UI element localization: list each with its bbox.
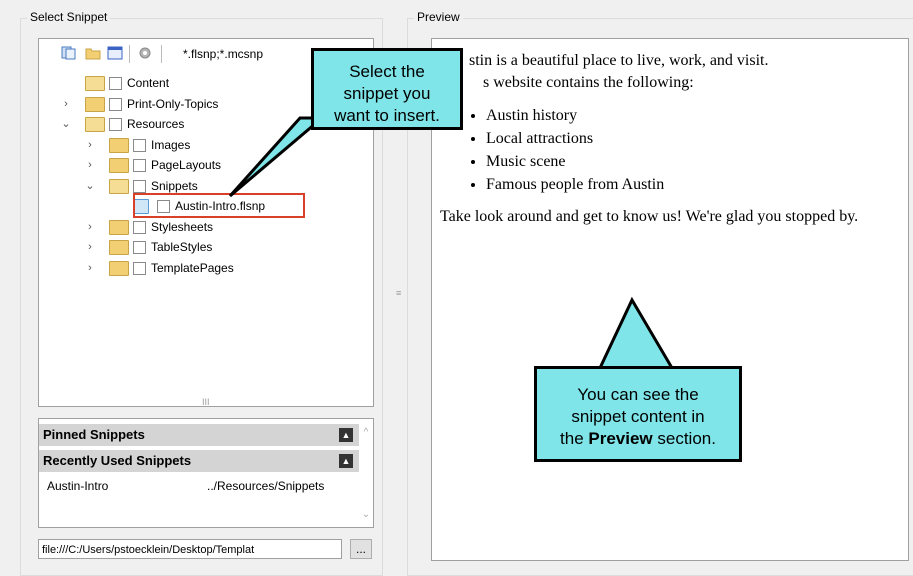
callout-text: Select the xyxy=(349,62,425,81)
callout-text: the xyxy=(560,429,589,448)
callout-text: snippet you xyxy=(343,84,431,103)
select-snippet-callout: Select the snippet you want to insert. xyxy=(311,48,463,130)
top-callout-pointer xyxy=(228,116,327,198)
callout-text: want to insert. xyxy=(334,106,440,125)
callout-text: You can see the xyxy=(577,385,699,404)
callout-bold-text: Preview xyxy=(588,429,653,448)
callout-text: snippet content in xyxy=(571,407,705,426)
bottom-callout-pointer xyxy=(597,296,675,370)
preview-callout: You can see the snippet content in the P… xyxy=(534,366,742,462)
callout-text-line: the Preview section. xyxy=(537,428,739,450)
callout-text: section. xyxy=(652,429,716,448)
